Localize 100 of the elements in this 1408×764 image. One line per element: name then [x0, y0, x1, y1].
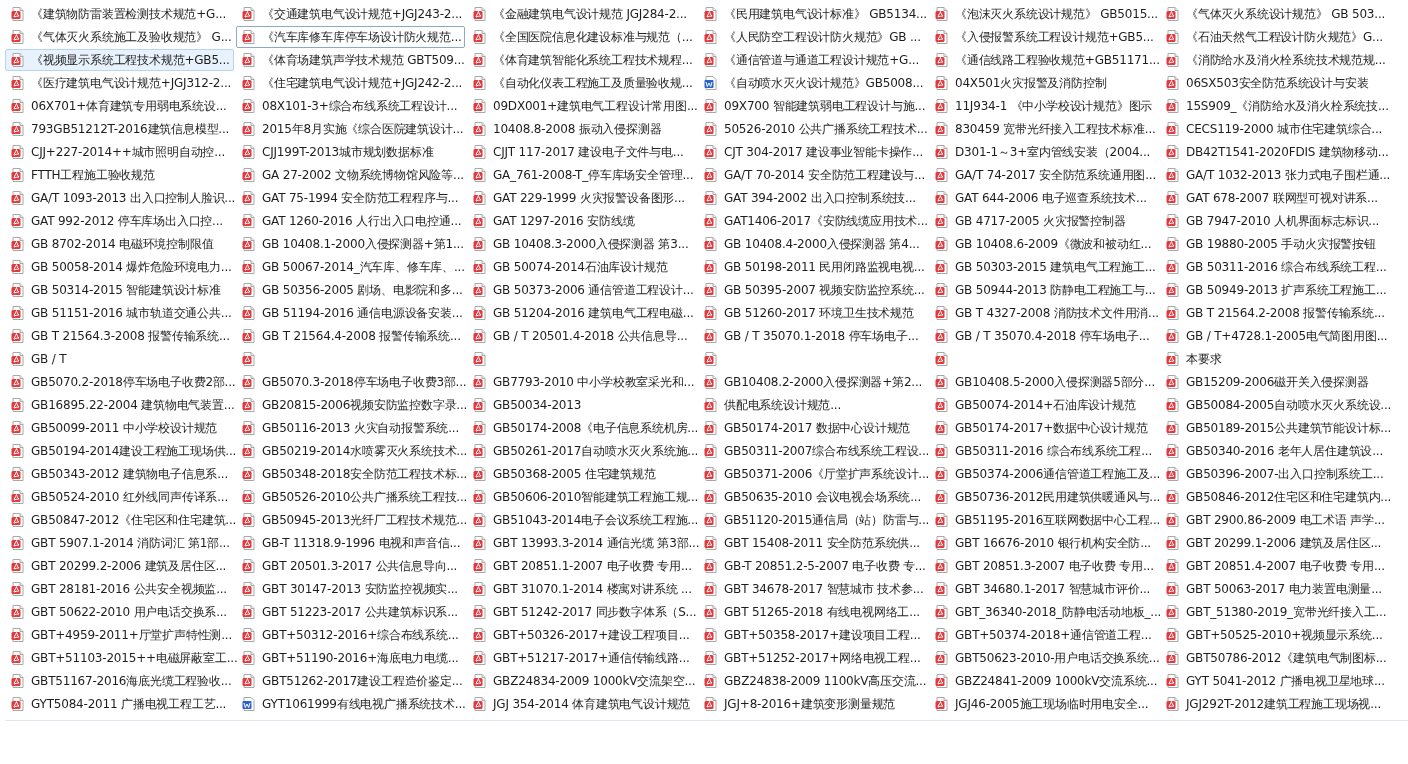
file-item[interactable]: GB50846-2012住宅区和住宅建筑内...	[1160, 486, 1389, 508]
file-item[interactable]: GBT+50312-2016+综合布线系统...	[236, 624, 465, 646]
file-item[interactable]: D301-1～3+室内管线安装（2004...	[929, 141, 1158, 163]
file-item[interactable]: GB50174-2008《电子信息系统机房...	[467, 417, 696, 439]
file-item[interactable]: GB / T	[5, 348, 234, 370]
file-item[interactable]: GBT 20851.1-2007 电子收费 专用...	[467, 555, 696, 577]
file-item[interactable]: 《石油天然气工程设计防火规范》G...	[1160, 26, 1389, 48]
file-item[interactable]: GBT+50525-2010+视频显示系统...	[1160, 624, 1389, 646]
file-item[interactable]: GB 51204-2016 建筑电气工程电磁...	[467, 302, 696, 324]
file-item[interactable]: GB50635-2010 会议电视会场系统...	[698, 486, 927, 508]
file-item[interactable]: GBZ24841-2009 1000kV交流系统...	[929, 670, 1158, 692]
file-item[interactable]: GB50261-2017自动喷水灭火系统施...	[467, 440, 696, 462]
file-item[interactable]: 09X700 智能建筑弱电工程设计与施...	[698, 95, 927, 117]
file-item[interactable]: GAT 1297-2016 安防线缆	[467, 210, 696, 232]
file-item[interactable]: GA/T 1032-2013 张力式电子围栏通...	[1160, 164, 1389, 186]
file-item[interactable]: GAT1406-2017《安防线缆应用技术...	[698, 210, 927, 232]
file-item[interactable]: CECS119-2000 城市住宅建筑综合...	[1160, 118, 1389, 140]
file-item[interactable]: 《医疗建筑电气设计规范+JGJ312-2...	[5, 72, 234, 94]
file-item[interactable]: 《民用建筑电气设计标准》 GB5134...	[698, 3, 927, 25]
file-item[interactable]: 10408.8-2008 振动入侵探测器	[467, 118, 696, 140]
file-item[interactable]: GB 19880-2005 手动火灾报警按钮	[1160, 233, 1389, 255]
file-item[interactable]: 06X701+体育建筑专用弱电系统设...	[5, 95, 234, 117]
file-item[interactable]: GB / T 35070.1-2018 停车场电子...	[698, 325, 927, 347]
file-item[interactable]: GBT 16676-2010 银行机构安全防...	[929, 532, 1158, 554]
file-item[interactable]: GB T 21564.4-2008 报警传输系统...	[236, 325, 465, 347]
file-item[interactable]: GB20815-2006视频安防监控数字录...	[236, 394, 465, 416]
file-item[interactable]: GB51043-2014电子会议系统工程施...	[467, 509, 696, 531]
file-item[interactable]: GB50034-2013	[467, 394, 696, 416]
file-item[interactable]: GB50736-2012民用建筑供暖通风与...	[929, 486, 1158, 508]
file-item[interactable]: 08X101-3+综合布线系统工程设计...	[236, 95, 465, 117]
file-item[interactable]: GB50311-2016 综合布线系统工程...	[929, 440, 1158, 462]
file-item[interactable]: GB7793-2010 中小学校教室采光和...	[467, 371, 696, 393]
file-item[interactable]: GBT 5907.1-2014 消防词汇 第1部...	[5, 532, 234, 554]
file-item[interactable]: 15S909_《消防给水及消火栓系统技...	[1160, 95, 1389, 117]
file-item[interactable]: 《体育建筑智能化系统工程技术规程...	[467, 49, 696, 71]
file-item[interactable]: GA/T 1093-2013 出入口控制人脸识...	[5, 187, 234, 209]
file-item[interactable]: 11J934-1 《中小学校设计规范》图示	[929, 95, 1158, 117]
file-item[interactable]: GB50524-2010 红外线同声传译系...	[5, 486, 234, 508]
file-item[interactable]: GB T 4327-2008 消防技术文件用消...	[929, 302, 1158, 324]
file-item[interactable]: GBT 50622-2010 用户电话交换系...	[5, 601, 234, 623]
file-item[interactable]: GBT 20501.3-2017 公共信息导向...	[236, 555, 465, 577]
file-item[interactable]: 830459 宽带光纤接入工程技术标准...	[929, 118, 1158, 140]
file-item[interactable]: GBT 15408-2011 安全防范系统供...	[698, 532, 927, 554]
file-item[interactable]: GB 10408.6-2009《微波和被动红...	[929, 233, 1158, 255]
file-item[interactable]: GB50219-2014水喷雾灭火系统技术...	[236, 440, 465, 462]
file-item[interactable]: 793GB51212T-2016建筑信息模型...	[5, 118, 234, 140]
file-item[interactable]: GB51195-2016互联网数据中心工程...	[929, 509, 1158, 531]
file-item[interactable]: GB 50314-2015 智能建筑设计标准	[5, 279, 234, 301]
file-item[interactable]: CJT 304-2017 建设事业智能卡操作...	[698, 141, 927, 163]
file-item[interactable]: GB 50303-2015 建筑电气工程施工...	[929, 256, 1158, 278]
file-item[interactable]: GB50174-2017+数据中心设计规范	[929, 417, 1158, 439]
file-item[interactable]: 《消防给水及消火栓系统技术规范规...	[1160, 49, 1389, 71]
file-item[interactable]: 供配电系统设计规范...	[698, 394, 927, 416]
file-item[interactable]: GB50116-2013 火灾自动报警系统...	[236, 417, 465, 439]
file-item[interactable]: GBT+50326-2017+建设工程项目...	[467, 624, 696, 646]
file-item[interactable]: 《全国医院信息化建设标准与规范（...	[467, 26, 696, 48]
file-item[interactable]: GB 8702-2014 电磁环境控制限值	[5, 233, 234, 255]
file-item[interactable]: GBZ24838-2009 1100kV高压交流...	[698, 670, 927, 692]
file-item[interactable]: JGJ46-2005施工现场临时用电安全...	[929, 693, 1158, 715]
file-item[interactable]: GA_761-2008-T_停车库场安全管理...	[467, 164, 696, 186]
file-item[interactable]: GB 10408.1-2000入侵探测器+第1...	[236, 233, 465, 255]
file-item[interactable]: GB50606-2010智能建筑工程施工规...	[467, 486, 696, 508]
file-item[interactable]: GYT 5041-2012 广播电视卫星地球...	[1160, 670, 1389, 692]
file-item[interactable]: GB50374-2006通信管道工程施工及...	[929, 463, 1158, 485]
file-item[interactable]: 《视频显示系统工程技术规范+GB5...	[5, 49, 234, 71]
file-item[interactable]: GB 50058-2014 爆炸危险环境电力...	[5, 256, 234, 278]
file-item[interactable]: 本要求	[1160, 348, 1389, 370]
file-item[interactable]: GB / T+4728.1-2005电气简图用图...	[1160, 325, 1389, 347]
file-item[interactable]: 《汽车库修车库停车场设计防火规范...	[236, 26, 465, 48]
file-item[interactable]: 《建筑物防雷装置检测技术规范+G...	[5, 3, 234, 25]
file-item[interactable]: 《住宅建筑电气设计规范+JGJ242-2...	[236, 72, 465, 94]
file-item[interactable]: 《通信管道与通道工程设计规范+G...	[698, 49, 927, 71]
file-item[interactable]: GBT+50374-2018+通信管道工程...	[929, 624, 1158, 646]
file-item[interactable]: GB 50067-2014_汽车库、修车库、...	[236, 256, 465, 278]
file-item[interactable]: CJJ+227-2014++城市照明自动控...	[5, 141, 234, 163]
file-item[interactable]: GBT 28181-2016 公共安全视频监...	[5, 578, 234, 600]
file-item[interactable]: GB 51151-2016 城市轨道交通公共...	[5, 302, 234, 324]
file-item[interactable]: GA/T 70-2014 安全防范工程建设与...	[698, 164, 927, 186]
file-item[interactable]: GBT51262-2017建设工程造价鉴定...	[236, 670, 465, 692]
file-item[interactable]: GA/T 74-2017 安全防范系统通用图...	[929, 164, 1158, 186]
file-item[interactable]: GB50526-2010公共广播系统工程技...	[236, 486, 465, 508]
file-item[interactable]: GBT 20851.3-2007 电子收费 专用...	[929, 555, 1158, 577]
file-item[interactable]: GBT 30147-2013 安防监控视频实...	[236, 578, 465, 600]
file-item[interactable]: GBT 20299.1-2006 建筑及居住区...	[1160, 532, 1389, 554]
file-item[interactable]: GB50343-2012 建筑物电子信息系...	[5, 463, 234, 485]
file-item[interactable]: GB 50356-2005 剧场、电影院和多...	[236, 279, 465, 301]
file-item[interactable]: GBT+4959-2011+厅堂扩声特性测...	[5, 624, 234, 646]
file-item[interactable]: GB 50074-2014石油库设计规范	[467, 256, 696, 278]
file-item[interactable]: GB10408.5-2000入侵探测器5部分...	[929, 371, 1158, 393]
file-item[interactable]: 09DX001+建筑电气工程设计常用图...	[467, 95, 696, 117]
file-item[interactable]: GBT+51190-2016+海底电力电缆...	[236, 647, 465, 669]
file-item[interactable]: JGJ+8-2016+建筑变形测量规范	[698, 693, 927, 715]
file-item[interactable]: GB T 21564.3-2008 报警传输系统...	[5, 325, 234, 347]
file-item[interactable]: CJJ199T-2013城市规划数据标准	[236, 141, 465, 163]
file-item[interactable]: GA 27-2002 文物系统博物馆风险等...	[236, 164, 465, 186]
file-item[interactable]: GB50099-2011 中小学校设计规范	[5, 417, 234, 439]
file-item[interactable]: GAT 644-2006 电子巡查系统技术...	[929, 187, 1158, 209]
file-item[interactable]: GBT 50063-2017 电力装置电测量...	[1160, 578, 1389, 600]
file-item[interactable]: GBT 34678-2017 智慧城市 技术参...	[698, 578, 927, 600]
file-item[interactable]: DB42T1541-2020FDIS 建筑物移动...	[1160, 141, 1389, 163]
